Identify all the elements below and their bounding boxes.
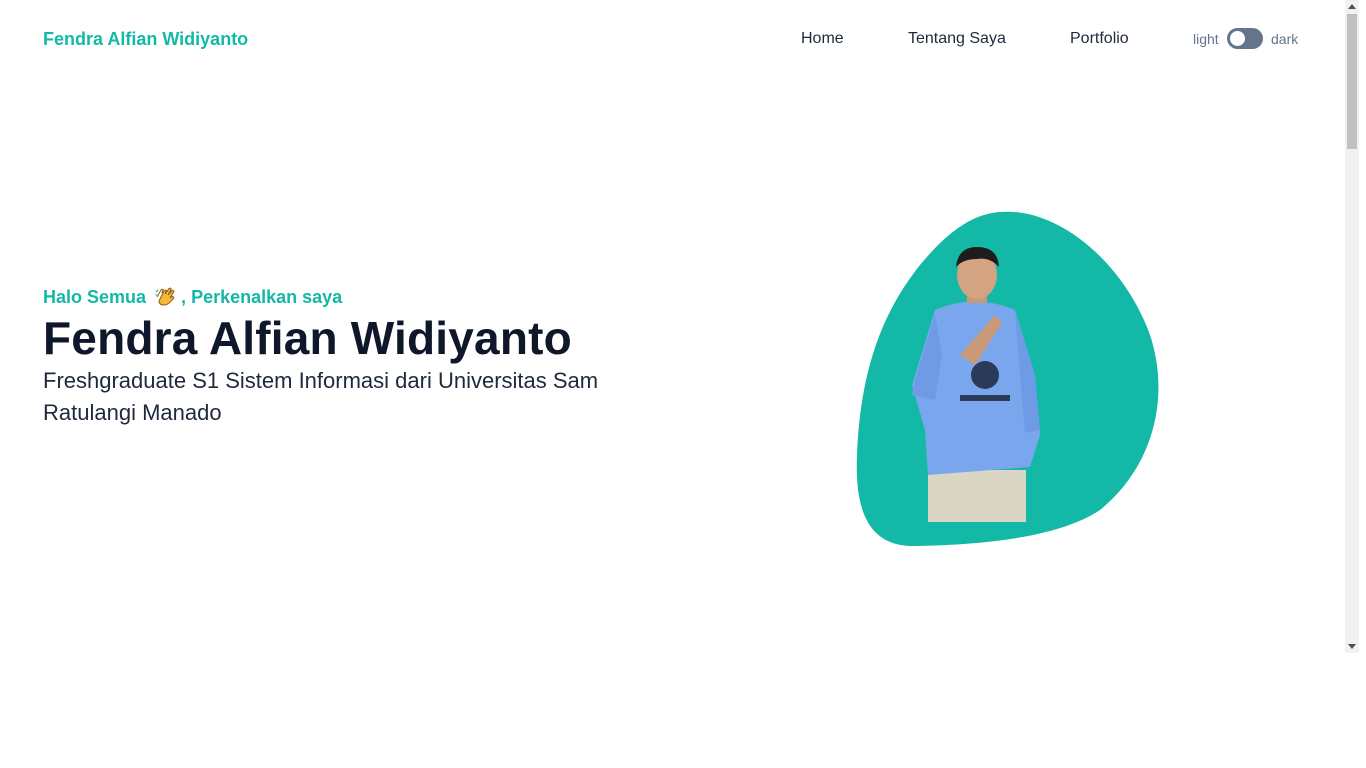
greeting-text-start: Halo Semua (43, 286, 147, 307)
theme-light-label: light (1193, 31, 1219, 47)
hero-description: Freshgraduate S1 Sistem Informasi dari U… (43, 368, 599, 425)
greeting-comma: , (181, 286, 187, 307)
theme-switcher: light dark (1193, 28, 1313, 50)
nav-item-tentang-saya[interactable]: Tentang Saya (908, 30, 1006, 48)
main-nav: Home Tentang Saya Portfolio (0, 30, 1345, 50)
page-viewport: Fendra Alfian Widiyanto Home Tentang Say… (0, 0, 1345, 653)
site-header: Fendra Alfian Widiyanto Home Tentang Say… (0, 0, 1345, 78)
dark-mode-toggle[interactable] (1227, 28, 1263, 49)
scroll-down-arrow-icon[interactable] (1348, 644, 1356, 649)
scroll-up-arrow-icon[interactable] (1348, 4, 1356, 9)
toggle-knob (1230, 31, 1245, 46)
greeting-text-end: Perkenalkan saya (191, 286, 343, 307)
theme-dark-label: dark (1271, 31, 1299, 47)
hero-name-heading: Fendra Alfian Widiyanto (43, 312, 572, 364)
clapping-hands-icon (154, 285, 178, 309)
hero-greeting: Halo Semua , Perkenalkan saya (43, 285, 342, 309)
nav-item-portfolio[interactable]: Portfolio (1070, 30, 1129, 48)
profile-photo (850, 205, 1170, 555)
profile-photo-graphic (856, 211, 1159, 547)
page-scrollbar[interactable] (1345, 0, 1359, 653)
nav-item-home[interactable]: Home (801, 30, 844, 48)
scrollbar-thumb[interactable] (1347, 14, 1357, 149)
